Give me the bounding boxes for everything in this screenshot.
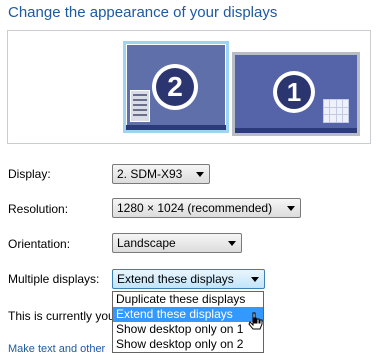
window-thumbnail-icon <box>130 90 150 122</box>
dropdown-option[interactable]: Show desktop only on 2 <box>113 337 263 352</box>
monitor-1-thumbnail[interactable]: 1 <box>232 52 360 136</box>
monitor-number-badge: 2 <box>152 64 198 110</box>
monitor-number-badge: 1 <box>273 71 315 113</box>
resolution-label: Resolution: <box>8 202 69 216</box>
page-title: Change the appearance of your displays <box>8 4 278 21</box>
taskbar-thumbnail <box>126 125 226 130</box>
orientation-label: Orientation: <box>8 237 71 251</box>
orientation-select[interactable]: Landscape <box>112 233 242 253</box>
monitor-2-thumbnail[interactable]: 2 <box>123 41 229 133</box>
desktop-grid-icon <box>323 99 349 123</box>
text-size-link[interactable]: Make text and other <box>8 343 105 355</box>
chevron-down-icon <box>287 206 295 211</box>
dropdown-option[interactable]: Extend these displays <box>113 307 263 322</box>
dropdown-option[interactable]: Show desktop only on 1 <box>113 322 263 337</box>
status-text: This is currently you <box>8 309 115 323</box>
chevron-down-icon <box>196 172 204 177</box>
display-label: Display: <box>8 167 51 181</box>
multiple-displays-label: Multiple displays: <box>8 272 100 286</box>
display-preview-area: 2 1 <box>7 30 371 144</box>
taskbar-thumbnail <box>235 128 357 133</box>
chevron-down-icon <box>251 277 259 282</box>
resolution-select[interactable]: 1280 × 1024 (recommended) <box>112 198 301 218</box>
multiple-displays-select[interactable]: Extend these displays <box>112 269 265 289</box>
chevron-down-icon <box>228 241 236 246</box>
pointer-cursor-icon <box>248 312 263 330</box>
multiple-displays-dropdown: Duplicate these displays Extend these di… <box>112 291 264 353</box>
display-select[interactable]: 2. SDM-X93 <box>112 164 210 184</box>
dropdown-option[interactable]: Duplicate these displays <box>113 292 263 307</box>
